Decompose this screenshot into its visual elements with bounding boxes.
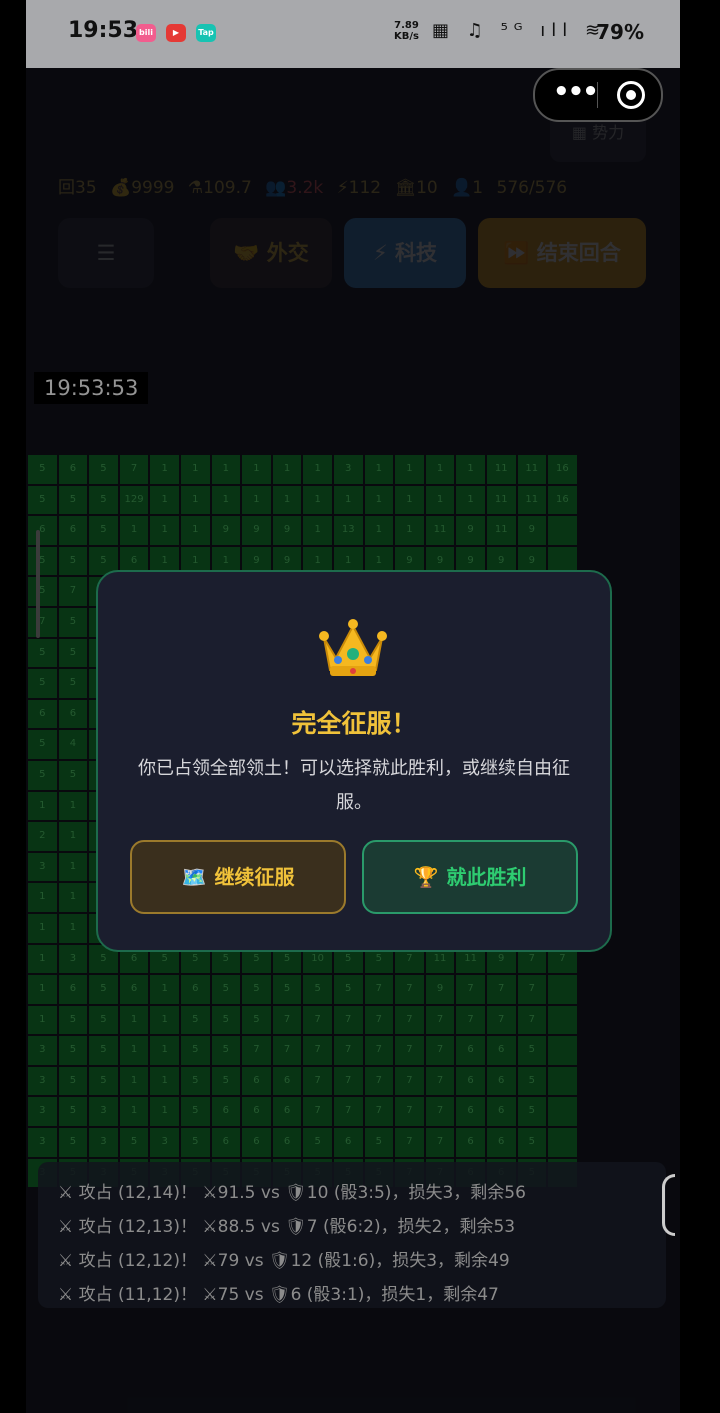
status-icons: ▦ ♫ ⁵ᴳ ıll ≋	[432, 20, 607, 41]
conquest-modal: 完全征服！ 你已占领全部领土！可以选择就此胜利，或继续自由征服。 🗺️ 继续征服 …	[96, 570, 612, 952]
continue-label: 继续征服	[214, 865, 295, 889]
net-speed-unit: KB/s	[394, 31, 419, 42]
side-drawer-handle[interactable]	[662, 1174, 675, 1236]
continue-conquest-button[interactable]: 🗺️ 继续征服	[130, 840, 346, 914]
victory-label: 就此胜利	[446, 865, 527, 889]
log-line: ⚔ 攻占 (12,14)！ ⚔91.5 vs 🛡10 (骰3:5)，损失3，剩余…	[58, 1183, 526, 1203]
crown-icon	[319, 619, 387, 676]
status-time: 19:53	[68, 18, 139, 43]
taptap-app-icon: Tap	[196, 24, 216, 42]
battery-level: 79%	[596, 20, 644, 44]
claim-victory-button[interactable]: 🏆 就此胜利	[362, 840, 578, 914]
log-line: ⚔ 攻占 (11,12)！ ⚔75 vs 🛡6 (骰3:1)，损失1，剩余47	[58, 1285, 499, 1305]
map-icon: 🗺️	[181, 865, 207, 889]
modal-title: 完全征服！	[291, 709, 417, 738]
more-dots-icon[interactable]: •••	[553, 79, 599, 105]
miniprogram-capsule: •••	[533, 68, 663, 122]
target-ring-icon[interactable]	[617, 81, 645, 109]
trophy-icon: 🏆	[413, 865, 439, 889]
capsule-divider	[597, 82, 598, 108]
video-app-icon: ▶	[166, 24, 186, 42]
battle-log: ⚔ 攻占 (12,14)！ ⚔91.5 vs 🛡10 (骰3:5)，损失3，剩余…	[38, 1162, 666, 1308]
bilibili-app-icon: bili	[136, 24, 156, 42]
net-speed: 7.89 KB/s	[394, 20, 419, 42]
net-speed-value: 7.89	[394, 20, 419, 31]
status-bar: 19:53 bili ▶ Tap 7.89 KB/s ▦ ♫ ⁵ᴳ ıll ≋ …	[26, 0, 680, 68]
log-line: ⚔ 攻占 (12,13)！ ⚔88.5 vs 🛡7 (骰6:2)，损失2，剩余5…	[58, 1217, 516, 1237]
log-line: ⚔ 攻占 (12,12)！ ⚔79 vs 🛡12 (骰1:6)，损失3，剩余49	[58, 1251, 510, 1271]
phone-screen: 19:53 bili ▶ Tap 7.89 KB/s ▦ ♫ ⁵ᴳ ıll ≋ …	[26, 0, 680, 1413]
modal-message: 你已占领全部领土！可以选择就此胜利，或继续自由征服。	[138, 758, 570, 813]
